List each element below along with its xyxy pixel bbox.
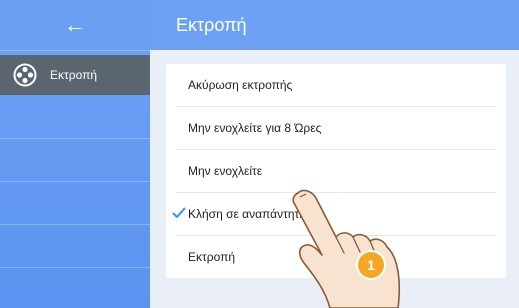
option-cancel-divert[interactable]: Ακύρωση εκτροπής [166, 64, 506, 106]
option-label: Εκτροπή [188, 250, 236, 264]
page-header: Εκτροπή [150, 0, 519, 50]
option-label: Μην ενοχλείτε [188, 164, 263, 178]
page-title: Εκτροπή [176, 14, 247, 35]
option-label: Μην ενοχλείτε για 8 Ώρες [188, 121, 322, 135]
sidebar-divider [0, 224, 150, 225]
option-label: Ακύρωση εκτροπής [188, 78, 293, 92]
back-button[interactable]: ← [0, 0, 150, 51]
sidebar-item-label: Εκτροπή [50, 68, 98, 82]
back-arrow-icon: ← [64, 12, 86, 37]
checkmark-icon [172, 206, 186, 220]
sidebar-item-divert[interactable]: Εκτροπή [0, 55, 150, 95]
sidebar: ← Εκτροπή [0, 0, 150, 308]
step-badge: 1 [358, 252, 384, 278]
sidebar-divider [0, 181, 150, 182]
sidebar-divider [0, 267, 150, 268]
sidebar-divider [0, 138, 150, 139]
film-reel-icon [12, 62, 38, 88]
pointing-hand-icon [292, 189, 401, 308]
option-dnd-8-hours[interactable]: Μην ενοχλείτε για 8 Ώρες [166, 107, 506, 149]
